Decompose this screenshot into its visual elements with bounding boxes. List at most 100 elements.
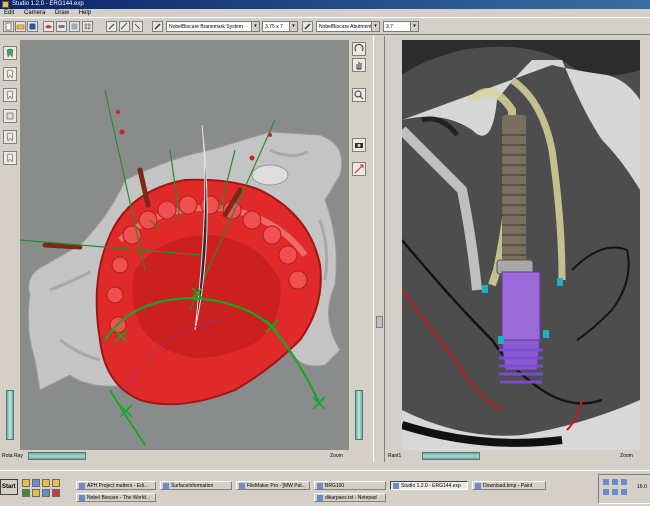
middle-vertical-slider[interactable] — [355, 390, 363, 440]
left-vertical-slider[interactable] — [6, 390, 14, 440]
menu-draw[interactable]: Draw — [55, 10, 69, 16]
ct-scene — [402, 40, 640, 450]
tool-button-3[interactable] — [82, 21, 93, 32]
measure-button[interactable] — [119, 21, 130, 32]
palate-region — [132, 235, 281, 358]
tray-icon[interactable] — [621, 489, 627, 495]
tooth-icon — [6, 112, 14, 120]
left-zoom-slider[interactable] — [28, 452, 86, 460]
quicklaunch-icon[interactable] — [42, 479, 50, 487]
abutment-tool-button[interactable] — [302, 21, 313, 32]
print-icon — [58, 25, 65, 28]
folder-icon — [16, 24, 25, 30]
tool-tooth-2[interactable] — [3, 67, 17, 81]
quicklaunch-icon[interactable] — [22, 489, 30, 497]
tooth-icon — [6, 48, 14, 58]
tooth-icon — [6, 69, 14, 79]
quicklaunch-icon[interactable] — [52, 489, 60, 497]
open-button[interactable] — [15, 21, 26, 32]
quicklaunch-icon[interactable] — [32, 479, 40, 487]
splitter-thumb[interactable] — [376, 316, 383, 328]
pan-view-button[interactable] — [352, 58, 366, 72]
abutment-size-select[interactable]: 3.7 ▾ — [383, 21, 419, 32]
ruler-icon — [120, 22, 128, 30]
task-button-4[interactable]: FileMaker Pro - [MW Pat... — [236, 481, 310, 490]
right-zoom-slider[interactable] — [422, 452, 480, 460]
implant-size-select[interactable]: 3.75 x 7 ▾ — [262, 21, 298, 32]
save-icon — [29, 23, 36, 30]
tray-icon[interactable] — [621, 479, 627, 485]
task-label: Download.bmp - Paint — [483, 483, 533, 489]
line-icon — [134, 23, 141, 30]
task-label: Studio 1.2.0 - ERG144.exp — [401, 483, 461, 489]
window-icon — [239, 483, 245, 489]
start-label: Start — [2, 484, 16, 490]
viewport-splitter[interactable] — [373, 36, 385, 462]
taskbar: Start APH Project matters - Edi... Nobel… — [0, 470, 650, 506]
implant-size-value: 3.75 x 7 — [265, 24, 283, 30]
task-button-7[interactable]: Download.bmp - Paint — [472, 481, 546, 490]
tool-tooth-4[interactable] — [3, 109, 17, 123]
print-button[interactable] — [56, 21, 67, 32]
window-icon — [317, 495, 323, 501]
right-edge-panel — [640, 36, 650, 462]
tooth-icon — [6, 90, 14, 100]
tool-tooth-3[interactable] — [3, 88, 17, 102]
task-label: Nobel Biocare - The World... — [87, 495, 150, 501]
abutment-size-value: 3.7 — [386, 24, 393, 30]
app-icon — [2, 1, 9, 8]
window-icon — [393, 483, 399, 489]
bone-nodule — [251, 164, 289, 186]
snapshot-button[interactable] — [352, 138, 366, 152]
menu-help[interactable]: Help — [79, 10, 91, 16]
implant-system-select[interactable]: NobelBiocare Branemark System ▾ — [166, 21, 260, 32]
quicklaunch-icon[interactable] — [52, 479, 60, 487]
task-button-2[interactable]: Nobel Biocare - The World... — [76, 493, 156, 502]
tool-tooth-6[interactable] — [3, 151, 17, 165]
right-zoom-label: Zoom — [620, 453, 633, 459]
tray-icon[interactable] — [603, 479, 609, 485]
quicklaunch-icon[interactable] — [22, 479, 30, 487]
tray-icon[interactable] — [612, 489, 618, 495]
tool-button-1[interactable] — [43, 21, 54, 32]
zoom-icon — [354, 90, 364, 100]
abutment-system-select[interactable]: NobelBiocare Abutment ▾ — [316, 21, 380, 32]
new-file-button[interactable] — [3, 21, 14, 32]
middle-tool-column — [349, 40, 369, 460]
quicklaunch-icon[interactable] — [32, 489, 40, 497]
menu-bar: Edit Camera Draw Help — [0, 9, 650, 17]
task-label: dikarpaes.txt - Notepad — [325, 495, 377, 501]
tool-button-4[interactable] — [132, 21, 143, 32]
task-button-3[interactable]: SurfaceInformation — [160, 481, 232, 490]
tool-tooth-1[interactable] — [3, 46, 17, 60]
3d-model-viewport[interactable] — [20, 40, 349, 450]
tray-icon[interactable] — [612, 479, 618, 485]
start-button[interactable]: Start — [0, 479, 18, 495]
tool-tooth-5[interactable] — [3, 130, 17, 144]
menu-edit[interactable]: Edit — [4, 10, 14, 16]
task-label: APH Project matters - Edi... — [87, 483, 149, 489]
tool-button-2[interactable] — [69, 21, 80, 32]
window-titlebar: Studio 1.2.0 - ERG144.exp — [0, 0, 650, 9]
rotate-view-button[interactable] — [352, 42, 366, 56]
implant-tool-button[interactable] — [152, 21, 163, 32]
new-file-icon — [5, 22, 12, 31]
task-label: FileMaker Pro - [MW Pat... — [247, 483, 306, 489]
window-icon — [163, 483, 169, 489]
ct-section-viewport[interactable] — [402, 40, 640, 450]
save-button[interactable] — [27, 21, 38, 32]
chevron-down-icon: ▾ — [251, 22, 259, 31]
task-button-5[interactable]: BRG100 — [314, 481, 386, 490]
menu-camera[interactable]: Camera — [24, 10, 45, 16]
zoom-view-button[interactable] — [352, 88, 366, 102]
implant-system-value: NobelBiocare Branemark System — [169, 24, 243, 30]
draw-implant-button[interactable] — [106, 21, 117, 32]
grid-icon — [84, 23, 91, 30]
task-button-8[interactable]: dikarpaes.txt - Notepad — [314, 493, 386, 502]
task-button-1[interactable]: APH Project matters - Edi... — [76, 481, 156, 490]
tray-icon[interactable] — [603, 489, 609, 495]
tooth-icon — [6, 132, 14, 142]
quicklaunch-icon[interactable] — [42, 489, 50, 497]
align-button[interactable] — [352, 162, 366, 176]
task-button-6[interactable]: Studio 1.2.0 - ERG144.exp — [390, 481, 468, 490]
